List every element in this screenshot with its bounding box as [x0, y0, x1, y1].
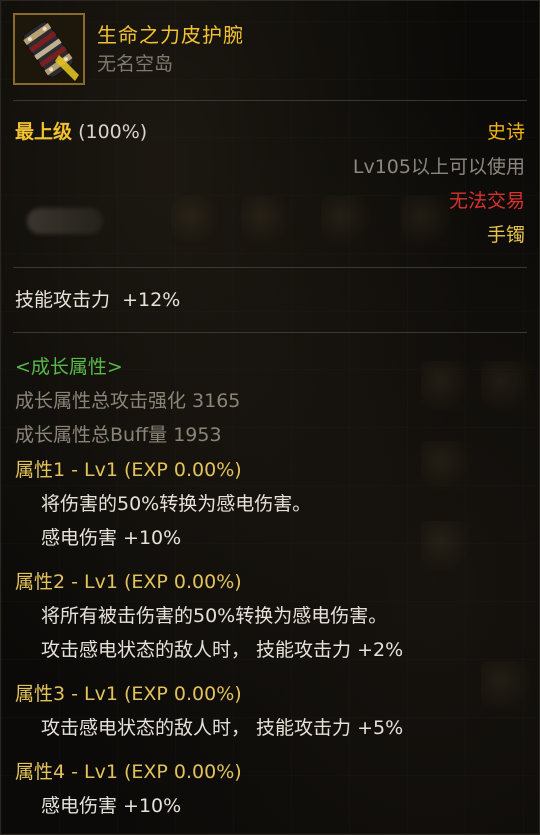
stat-label: 技能攻击力: [15, 289, 111, 311]
divider: [13, 332, 527, 333]
background-tile: [421, 441, 471, 491]
rarity-label: 史诗: [486, 121, 525, 143]
background-tile: [481, 361, 531, 411]
background-tile: [321, 196, 371, 246]
property-2-line: 将所有被击伤害的50%转换为感电伤害。: [41, 605, 388, 627]
grade-label: 最上级: [15, 121, 73, 143]
background-tile: [401, 196, 451, 246]
growth-total-attack: 成长属性总攻击强化 3165: [15, 390, 241, 412]
item-name: 生命之力皮护腕: [97, 23, 244, 47]
level-requirement: Lv105以上可以使用: [352, 156, 525, 178]
growth-section-title: <成长属性>: [15, 356, 123, 378]
background-tile: [421, 361, 471, 411]
property-1-title: 属性1 - Lv1 (EXP 0.00%): [15, 459, 242, 481]
property-1-line: 将伤害的50%转换为感电伤害。: [41, 493, 312, 515]
background-tile: [481, 661, 531, 711]
trade-status: 无法交易: [448, 190, 525, 212]
property-2-line: 攻击感电状态的敌人时， 技能攻击力 +2%: [41, 639, 404, 661]
property-3-line: 攻击感电状态的敌人时， 技能攻击力 +5%: [41, 717, 404, 739]
background-tile: [171, 196, 221, 246]
item-header: 生命之力皮护腕 无名空岛: [13, 13, 244, 85]
property-2-title: 属性2 - Lv1 (EXP 0.00%): [15, 571, 242, 593]
background-tile: [421, 521, 471, 571]
growth-total-buff: 成长属性总Buff量 1953: [15, 424, 222, 446]
stat-value: +12%: [122, 289, 181, 311]
property-4-line: 感电伤害 +10%: [41, 795, 182, 817]
property-4-title: 属性4 - Lv1 (EXP 0.00%): [15, 761, 242, 783]
blurred-badge: [27, 208, 103, 234]
item-tooltip: 生命之力皮护腕 无名空岛 最上级 (100%) 史诗 Lv105以上可以使用 无…: [0, 0, 540, 835]
divider: [13, 100, 527, 101]
property-3-title: 属性3 - Lv1 (EXP 0.00%): [15, 683, 242, 705]
bracer-icon: [13, 13, 85, 85]
divider: [13, 267, 527, 268]
equipment-slot: 手镯: [486, 224, 525, 246]
property-1-line: 感电伤害 +10%: [41, 527, 182, 549]
grade-row: 最上级 (100%): [15, 119, 147, 145]
grade-percent: (100%): [78, 121, 148, 143]
background-tile: [241, 196, 291, 246]
item-subtitle: 无名空岛: [97, 53, 174, 75]
stat-row: 技能攻击力 +12%: [15, 287, 180, 313]
